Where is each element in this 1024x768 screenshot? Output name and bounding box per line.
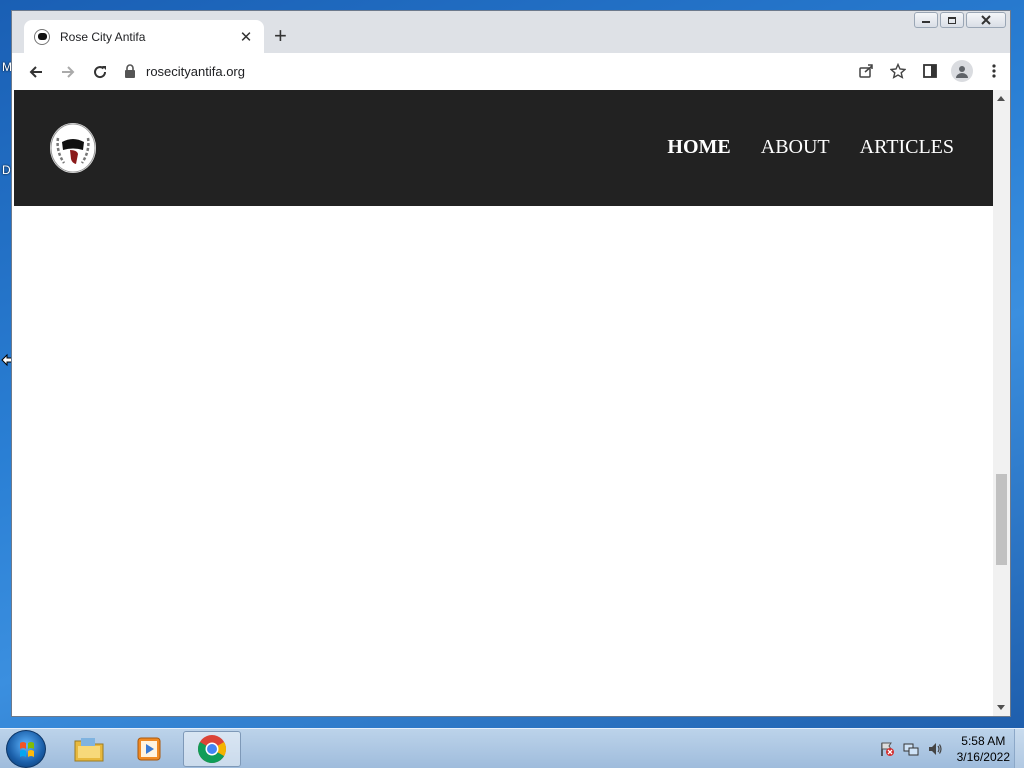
- nav-home-link[interactable]: HOME: [667, 136, 730, 159]
- clock-date: 3/16/2022: [956, 750, 1010, 764]
- windows-logo-icon: [20, 742, 34, 757]
- tab-title: Rose City Antifa: [60, 29, 146, 44]
- volume-icon[interactable]: [927, 741, 943, 757]
- toolbar-actions: [850, 55, 1010, 87]
- restore-icon[interactable]: [940, 12, 964, 28]
- new-tab-icon[interactable]: +: [274, 25, 287, 47]
- forward-arrow-icon[interactable]: [52, 56, 84, 88]
- tab-close-icon[interactable]: ✕: [238, 28, 254, 46]
- action-center-flag-icon[interactable]: [879, 741, 895, 757]
- desktop-icon-label: D: [2, 163, 11, 177]
- back-arrow-icon[interactable]: [20, 56, 52, 88]
- file-explorer-icon[interactable]: [60, 731, 118, 767]
- site-header: HOME ABOUT ARTICLES: [14, 90, 994, 206]
- start-button[interactable]: [6, 730, 46, 768]
- chrome-icon[interactable]: [183, 731, 241, 767]
- profile-icon[interactable]: [946, 55, 978, 87]
- network-icon[interactable]: [903, 741, 919, 757]
- antifa-logo-icon: [50, 123, 96, 173]
- nav-about-link[interactable]: ABOUT: [761, 136, 830, 159]
- antifa-flag-icon: [34, 28, 50, 45]
- kebab-menu-icon[interactable]: [978, 55, 1010, 87]
- browser-window: Rose City Antifa ✕ + rosecityantifa.org: [11, 10, 1011, 717]
- browser-toolbar: rosecityantifa.org: [12, 53, 1010, 90]
- lock-icon: [125, 64, 135, 78]
- address-bar[interactable]: rosecityantifa.org: [124, 57, 884, 85]
- minimize-icon[interactable]: [914, 12, 938, 28]
- bookmark-star-icon[interactable]: [882, 55, 914, 87]
- site-logo[interactable]: [50, 123, 96, 173]
- side-panel-icon[interactable]: [914, 55, 946, 87]
- window-controls: [914, 12, 1006, 28]
- reload-icon[interactable]: [84, 56, 116, 88]
- page-scrollbar[interactable]: [993, 90, 1010, 716]
- clock-time: 5:58 AM: [961, 734, 1006, 748]
- scroll-thumb[interactable]: [996, 474, 1007, 565]
- site-nav: HOME ABOUT ARTICLES: [667, 136, 954, 159]
- system-tray: 5:58 AM 3/16/2022: [879, 729, 1010, 768]
- scroll-up-icon[interactable]: [997, 96, 1005, 101]
- show-desktop-button[interactable]: [1014, 729, 1024, 768]
- page-viewport: HOME ABOUT ARTICLES: [12, 90, 1010, 716]
- close-icon[interactable]: [966, 12, 1006, 28]
- url-text[interactable]: rosecityantifa.org: [146, 64, 245, 79]
- share-icon[interactable]: [850, 55, 882, 87]
- media-player-icon[interactable]: [120, 731, 178, 767]
- nav-articles-link[interactable]: ARTICLES: [860, 136, 954, 159]
- taskbar-clock[interactable]: 5:58 AM 3/16/2022: [957, 733, 1010, 765]
- scroll-down-icon[interactable]: [997, 705, 1005, 710]
- browser-tab[interactable]: Rose City Antifa ✕: [24, 20, 264, 53]
- windows-taskbar: 5:58 AM 3/16/2022: [0, 728, 1024, 768]
